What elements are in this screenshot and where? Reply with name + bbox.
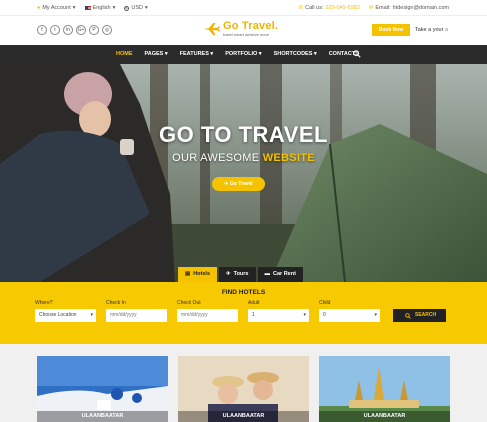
linkedin-icon[interactable]: in [63,25,73,35]
facebook-icon[interactable]: f [37,25,47,35]
site-header: f t in G+ P ◎ Go Travel. travel smart ac… [0,17,487,44]
destination-card[interactable]: ULAANBAATAR [319,356,450,422]
hero-banner: GO TO TRAVEL OUR AWESOME WEBSITE ✈ Go Tr… [0,64,487,282]
tab-hotels[interactable]: ▤ Hotels [178,267,218,282]
main-navigation: HOME PAGES ▾ FEATURES ▾ PORTFOLIO ▾ SHOR… [0,45,487,64]
nav-portfolio[interactable]: PORTFOLIO ▾ [219,45,267,64]
pinterest-icon[interactable]: P [89,25,99,35]
chevron-down-icon: ▾ [90,312,93,318]
twitter-icon[interactable]: t [50,25,60,35]
logo-name: Go Travel. [223,20,279,32]
destination-cards: ULAANBAATAR ULAANBAATAR ULAANBAATAR [0,344,487,422]
currency-menu[interactable]: $ USD ▾ [124,5,148,11]
tab-tours[interactable]: ✈ Tours [219,267,256,282]
top-bar: ● My Account ▾ English ▾ $ USD ▾ ✆ Call us: 320… [0,0,487,16]
chevron-down-icon: ▾ [72,5,76,11]
chevron-down-icon: ▾ [112,5,116,11]
user-icon: ● [37,5,41,11]
find-hotels-form: FIND HOTELS Where? Choose Location ▾ Chec… [0,282,487,344]
location-select[interactable]: Choose Location ▾ [35,309,96,322]
take-tour-link[interactable]: Take a your ⌂ [415,27,448,33]
nav-features[interactable]: FEATURES ▾ [174,45,220,64]
envelope-icon: ✉ [368,5,374,11]
checkout-input[interactable]: mm/dd/yyyy [177,309,238,322]
find-title: FIND HOTELS [221,289,266,296]
home-icon: ⌂ [444,27,449,33]
currency-icon: $ [124,5,130,11]
language-menu[interactable]: English ▾ [84,5,116,11]
where-label: Where? [35,300,53,306]
email-info: ✉ Email: htdesign@domain.com [368,5,449,11]
hero-subtitle: OUR AWESOME WEBSITE [172,152,315,164]
chevron-down-icon: ▾ [303,312,306,318]
child-label: Child [319,300,331,306]
bed-icon: ▤ [185,271,191,277]
destination-card[interactable]: ULAANBAATAR [37,356,168,422]
car-icon: ▬ [264,271,271,277]
airplane-icon: ✈ [224,181,229,187]
destination-card[interactable]: ULAANBAATAR [178,356,309,422]
search-icon [405,312,411,319]
card-label: ULAANBAATAR [37,411,168,422]
plane-icon: ✈ [226,271,231,277]
phone-icon: ✆ [298,5,304,11]
social-links: f t in G+ P ◎ [37,25,112,35]
adult-select[interactable]: 1 ▾ [248,309,309,322]
instagram-icon[interactable]: ◎ [102,25,112,35]
tab-car-rent[interactable]: ▬ Car Rent [257,267,303,282]
us-flag-icon [84,6,91,10]
chevron-down-icon: ▾ [374,312,377,318]
book-now-button[interactable]: Book Now [372,24,410,36]
site-logo[interactable]: Go Travel. travel smart achieve more [202,21,278,37]
checkout-label: Check Out [177,300,201,306]
airplane-icon [203,23,220,35]
search-icon[interactable] [353,50,361,58]
card-label: ULAANBAATAR [319,411,450,422]
phone-info: ✆ Call us: 320-049-6982 [298,5,360,11]
phone-number[interactable]: 320-049-6982 [326,5,360,11]
hero-title: GO TO TRAVEL [159,122,328,147]
search-button[interactable]: SEARCH [393,309,446,322]
nav-pages[interactable]: PAGES ▾ [139,45,174,64]
nav-shortcodes[interactable]: SHORTCODES ▾ [268,45,323,64]
chevron-down-icon: ▾ [144,5,148,11]
checkin-input[interactable]: mm/dd/yyyy [106,309,167,322]
adult-label: Adult [248,300,260,306]
nav-home[interactable]: HOME [110,45,139,64]
account-menu[interactable]: ● My Account ▾ [37,5,76,11]
card-label: ULAANBAATAR [178,411,309,422]
email-address[interactable]: htdesign@domain.com [393,5,449,11]
google-plus-icon[interactable]: G+ [76,25,86,35]
hero-background-image [0,64,487,282]
go-travel-button[interactable]: ✈ Go Travel [212,177,265,191]
child-select[interactable]: 0 ▾ [319,309,380,322]
checkin-label: Check In [106,300,126,306]
booking-tabs: ▤ Hotels ✈ Tours ▬ Car Rent [178,267,303,283]
logo-tagline: travel smart achieve more [223,32,270,37]
